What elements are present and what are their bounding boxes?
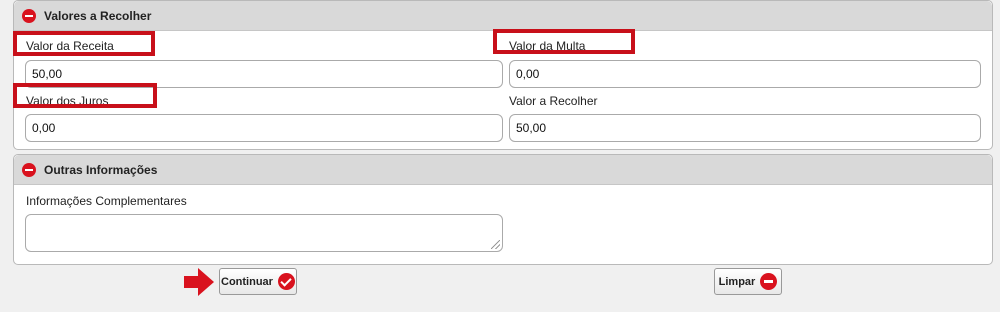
limpar-label: Limpar xyxy=(718,275,756,288)
valor-recolher-label: Valor a Recolher xyxy=(509,94,598,108)
red-arrow-icon xyxy=(184,268,214,296)
valor-juros-highlight xyxy=(13,83,157,108)
valor-recolher-input[interactable] xyxy=(509,114,981,142)
outras-panel-title: Outras Informações xyxy=(44,162,158,177)
valor-receita-highlight xyxy=(13,31,155,56)
collapse-minus-icon[interactable] xyxy=(22,162,36,177)
continuar-button[interactable]: Continuar xyxy=(219,268,297,295)
complementares-textarea[interactable] xyxy=(25,214,503,252)
continuar-label: Continuar xyxy=(221,275,273,288)
limpar-button[interactable]: Limpar xyxy=(714,268,782,295)
valores-panel-header[interactable]: Valores a Recolher xyxy=(14,1,992,31)
valor-multa-highlight xyxy=(493,29,635,54)
collapse-minus-icon[interactable] xyxy=(22,8,36,23)
valores-panel-title: Valores a Recolher xyxy=(44,8,152,23)
check-icon xyxy=(277,273,295,290)
cancel-icon xyxy=(760,273,778,290)
valor-juros-input[interactable] xyxy=(25,114,503,142)
valor-multa-input[interactable] xyxy=(509,60,981,88)
outras-panel-header[interactable]: Outras Informações xyxy=(14,155,992,185)
resize-grip-icon[interactable] xyxy=(491,240,500,249)
complementares-label: Informações Complementares xyxy=(26,194,187,208)
